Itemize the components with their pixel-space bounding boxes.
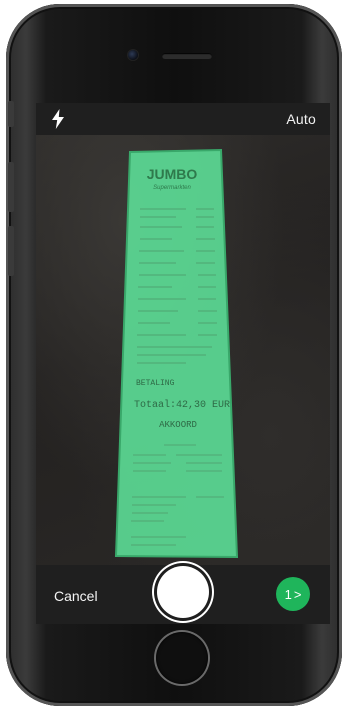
shutter-button[interactable] [157,566,209,618]
camera-bottom-bar: Cancel 1 > [36,565,330,624]
front-camera [128,50,138,60]
flash-mode-auto[interactable]: Auto [286,111,316,127]
flash-icon[interactable] [51,109,65,129]
next-button[interactable]: 1 > [276,577,310,611]
home-button[interactable] [156,632,208,684]
receipt-header: JUMBO Supermarkten [147,166,198,191]
chevron-right-icon: > [293,586,302,602]
camera-screen: Auto JUMBO Supermarkten BETALING Totaal:… [36,103,330,624]
receipt-status: AKKOORD [159,420,197,430]
scan-count: 1 [284,586,292,602]
receipt-store-name: JUMBO [147,166,198,182]
receipt-total-value: 42,30 EUR [176,400,230,411]
cancel-button[interactable]: Cancel [54,588,98,604]
mute-switch [8,101,14,127]
camera-viewfinder: JUMBO Supermarkten BETALING Totaal: 42,3… [36,135,330,565]
receipt-section-label: BETALING [136,379,175,388]
camera-top-bar: Auto [36,103,330,135]
receipt-store-tagline: Supermarkten [153,185,191,191]
earpiece-speaker [162,53,212,59]
receipt-preview: JUMBO Supermarkten BETALING Totaal: 42,3… [114,148,239,559]
volume-up-button [8,162,14,212]
document-detection-overlay [114,148,239,559]
volume-down-button [8,226,14,276]
receipt-total-label: Totaal: [134,399,176,411]
